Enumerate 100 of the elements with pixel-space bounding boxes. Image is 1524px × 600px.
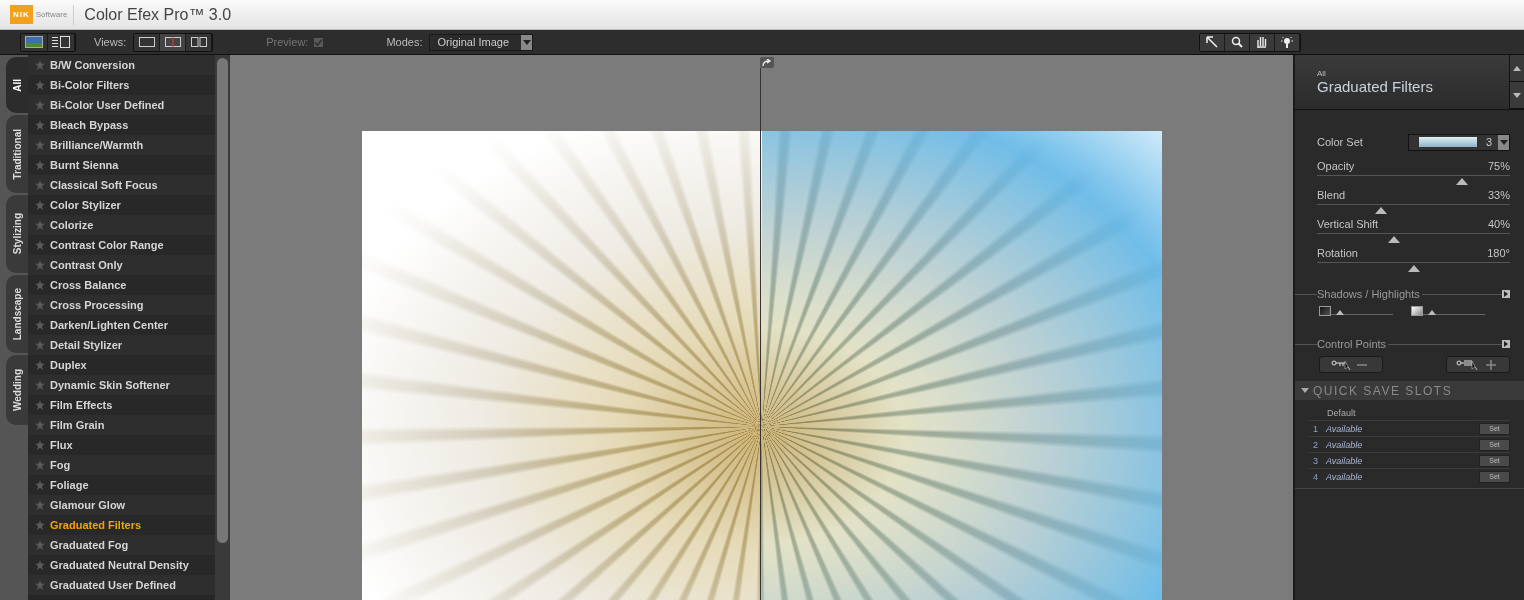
view-mode-button[interactable] — [160, 33, 187, 51]
star-icon — [35, 480, 45, 490]
category-tab[interactable]: Traditional — [6, 115, 28, 193]
filter-title: Graduated Filters — [1317, 78, 1434, 95]
star-icon — [35, 80, 45, 90]
collapse-triangle-icon — [1301, 388, 1309, 393]
slider-label: Opacity — [1317, 160, 1355, 172]
star-icon — [35, 560, 45, 570]
star-icon — [35, 380, 45, 390]
star-icon — [35, 120, 45, 130]
slot-label: Available — [1326, 439, 1364, 450]
scrollbar-thumb[interactable] — [217, 58, 228, 543]
slot-label: Available — [1326, 423, 1364, 434]
star-icon — [35, 520, 45, 530]
filter-list-item[interactable]: Detail Stylizer — [28, 335, 215, 355]
star-icon — [35, 280, 45, 290]
filter-list-item[interactable]: Brilliance/Warmth — [28, 135, 215, 155]
slider-thumb[interactable] — [1427, 310, 1436, 315]
slot-number: 2 — [1312, 439, 1319, 450]
filter-list-item[interactable]: Graduated Fog — [28, 535, 215, 555]
add-control-point-button[interactable] — [1446, 356, 1510, 373]
color-set-label: Color Set — [1317, 136, 1363, 148]
slider-reading: 75% — [1487, 160, 1510, 172]
light-bulb-icon — [1280, 36, 1294, 48]
filter-list-item[interactable]: Graduated User Defined — [28, 575, 215, 595]
slider-thumb[interactable] — [1374, 207, 1387, 214]
slider-reading: 40% — [1487, 218, 1510, 230]
search-icon — [1231, 36, 1243, 48]
logo-text: NIK — [10, 5, 33, 24]
star-icon — [35, 240, 45, 250]
star-icon — [35, 320, 45, 330]
slot-label: Available — [1326, 455, 1364, 466]
slot-number: 1 — [1312, 423, 1319, 434]
star-icon — [35, 260, 45, 270]
up-triangle-icon — [1513, 65, 1521, 71]
slider-reading: 180° — [1487, 247, 1510, 259]
hand-icon — [1256, 36, 1268, 48]
default-slot-label: Default — [1327, 408, 1357, 418]
filter-list-item[interactable]: Dynamic Skin Softener — [28, 375, 215, 395]
remove-control-point-button[interactable] — [1319, 356, 1383, 373]
slot-number: 3 — [1312, 455, 1319, 466]
light-tool-button[interactable] — [1275, 33, 1300, 51]
side-by-side-view-icon — [190, 37, 207, 47]
star-icon — [35, 180, 45, 190]
star-icon — [35, 580, 45, 590]
expand-arrow-icon[interactable] — [1502, 340, 1510, 348]
single-view-icon — [138, 37, 155, 47]
split-handle-button[interactable] — [760, 57, 774, 68]
slider-label: Blend — [1317, 189, 1346, 201]
window-title: Color Efex Pro™ 3.0 — [84, 5, 232, 24]
filter-list-item[interactable]: Film Grain — [28, 415, 215, 435]
slider-track[interactable] — [1317, 233, 1510, 243]
zoom-tool-button[interactable] — [1225, 33, 1250, 51]
slider-track[interactable] — [1317, 175, 1510, 185]
filter-list-item[interactable]: Glamour Glow — [28, 495, 215, 515]
landscape-image-icon — [25, 36, 43, 48]
slot-label: Available — [1326, 471, 1364, 482]
star-icon — [35, 360, 45, 370]
list-icon — [52, 36, 70, 48]
view-mode-button[interactable] — [186, 33, 213, 51]
view-mode-button[interactable] — [134, 33, 161, 51]
category-tab[interactable]: All — [6, 57, 28, 113]
filter-list-item[interactable]: Classical Soft Focus — [28, 175, 215, 195]
slider-thumb[interactable] — [1407, 265, 1420, 272]
filter-list-item[interactable]: Fog — [28, 455, 215, 475]
slot-number: 4 — [1312, 471, 1319, 482]
slider-label: Rotation — [1317, 247, 1358, 259]
filter-list-item[interactable]: Contrast Only — [28, 255, 215, 275]
category-tab[interactable]: Wedding — [6, 355, 28, 425]
pointer-tool-button[interactable] — [1200, 33, 1225, 51]
arrow-pointer-icon — [1206, 36, 1218, 48]
slider-thumb[interactable] — [1388, 236, 1401, 243]
star-icon — [35, 200, 45, 210]
category-tab[interactable]: Stylizing — [6, 195, 28, 273]
slider-thumb[interactable] — [1455, 178, 1468, 185]
hand-tool-button[interactable] — [1250, 33, 1275, 51]
star-icon — [35, 220, 45, 230]
star-icon — [35, 300, 45, 310]
expand-arrow-icon[interactable] — [1502, 290, 1510, 298]
color-set-dropdown[interactable]: 3 — [1408, 133, 1510, 151]
filter-list-item[interactable]: Bi-Color User Defined — [28, 95, 215, 115]
modes-dropdown[interactable]: Original Image — [429, 33, 533, 51]
filter-list-item[interactable]: Cross Processing — [28, 295, 215, 315]
category-label: All — [1317, 69, 1327, 78]
slider-track[interactable] — [1317, 204, 1510, 214]
slider-track[interactable] — [1317, 262, 1510, 272]
shadow-swatch — [1319, 306, 1331, 316]
star-icon — [35, 540, 45, 550]
filter-list-item[interactable]: B/W Conversion — [28, 55, 215, 75]
down-triangle-icon — [1513, 92, 1521, 98]
section-title: Shadows / Highlights — [1317, 288, 1422, 300]
star-icon — [35, 400, 45, 410]
category-tab[interactable]: Landscape — [6, 275, 28, 353]
list-view-button[interactable] — [48, 33, 75, 51]
modes-label: Modes: — [386, 36, 423, 48]
star-icon — [35, 60, 45, 70]
thumbnail-view-button[interactable] — [21, 33, 48, 51]
slider-thumb[interactable] — [1335, 310, 1344, 315]
scroll-down-button[interactable] — [1510, 82, 1524, 109]
filter-list-item[interactable]: Colorize — [28, 215, 215, 235]
